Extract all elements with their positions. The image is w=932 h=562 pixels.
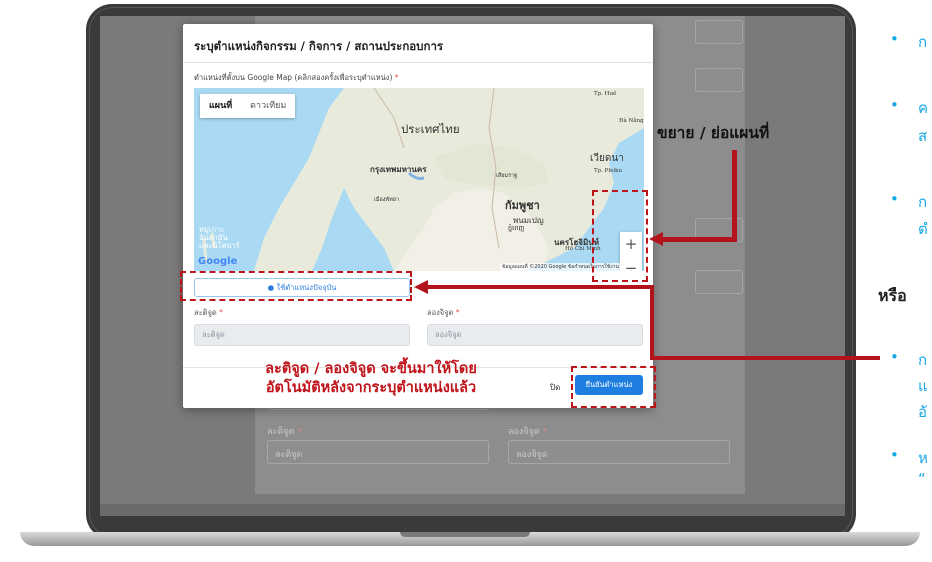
map-place-pattaya: เมืองพัทยา [374,197,400,203]
background-input [695,68,743,92]
or-heading: หรือ [878,286,907,305]
right-bullet-text: ห [918,449,928,467]
background-footer [100,504,845,516]
map-place-da-nang: Đà Nẵng [619,118,644,124]
right-bullet-text: อั [918,403,928,421]
location-arrowhead [414,280,428,294]
auto-fill-annotation: ละติจูด / ลองจิจูด จะขึ้นมาให้โดย อัตโนม… [265,361,477,396]
right-bullet-text: “ [918,470,926,488]
zoom-highlight-box [592,190,648,282]
right-bullet-text: แ [918,377,928,395]
background-longitude-label: ลองจิจูด * [508,427,548,437]
right-bullet-text: ก [918,193,928,211]
right-bullet-text: ก [918,33,928,51]
map-place-hue: Tp. Huế [594,91,617,97]
right-bullet-text: ค [918,99,929,117]
close-button[interactable]: ปิด [550,381,560,394]
longitude-label: ลองจิจูด * [427,308,460,317]
map-place-vietnam: เวียดนา [590,153,624,164]
bullet-icon: • [890,446,899,464]
right-bullet-text: ก [918,351,928,369]
google-logo: Google [198,256,238,267]
google-map[interactable]: ประเทศไทย กรุงเทพมหานคร เมืองพัทยา เสียม… [194,88,644,271]
modal-title: ระบุตำแหน่งกิจกรรม / กิจการ / สถานประกอบ… [194,39,444,53]
bullet-icon: • [890,348,899,366]
latitude-input[interactable]: ละติจูด [194,324,410,346]
right-bullet-text: ส [918,127,928,145]
zoom-arrowhead [649,232,663,246]
location-arrow-line [650,285,654,359]
location-arrow-line [650,356,880,360]
map-type-switch: แผนที่ ดาวเทียม [200,94,296,118]
bullet-icon: • [890,96,899,114]
divider [183,62,653,63]
map-place-bangkok: กรุงเทพมหานคร [370,164,427,174]
latitude-label: ละติจูด * [194,308,223,317]
location-arrow-line [428,285,653,289]
map-place-siem-reap: เสียมราฐ [496,173,518,179]
location-modal: ระบุตำแหน่งกิจกรรม / กิจการ / สถานประกอบ… [183,24,653,408]
confirm-highlight-box [571,366,656,408]
stage: ละติจูด * ละติจูด ลองจิจูด * ลองจิจูด ระ… [0,0,932,562]
background-longitude-input: ลองจิจูด [508,440,730,464]
use-location-highlight-box [180,271,412,301]
map-place-pleiku: Tp. Pleiku [594,168,623,174]
laptop-notch [400,532,530,537]
map-place-phnom-penh-sub: ភ្នំពេញ [508,224,525,232]
map-place-thailand: ประเทศไทย [401,122,460,136]
background-latitude-label: ละติจูด * [267,427,302,437]
background-input [695,20,743,44]
map-type-tab-satellite[interactable]: ดาวเทียม [241,94,295,118]
background-latitude-input: ละติจูด [267,440,489,464]
zoom-arrow-line [663,237,737,242]
longitude-input[interactable]: ลองจิจูด [427,324,643,346]
bullet-icon: • [890,30,899,48]
map-place-cambodia: กัมพูชา [505,199,540,212]
background-select [695,270,743,294]
zoom-arrow-line [732,150,737,242]
right-bullet-text: ตํ [918,220,928,238]
bullet-icon: • [890,190,899,208]
map-type-tab-map[interactable]: แผนที่ [200,94,241,118]
map-label: ตำแหน่งที่ตั้งบน Google Map (คลิกสองครั้… [194,73,399,82]
map-place-islands: หมู่เกาะ อันดามัน และนิโคบาร์ [199,225,240,250]
zoom-annotation: ขยาย / ย่อแผนที่ [657,124,770,142]
